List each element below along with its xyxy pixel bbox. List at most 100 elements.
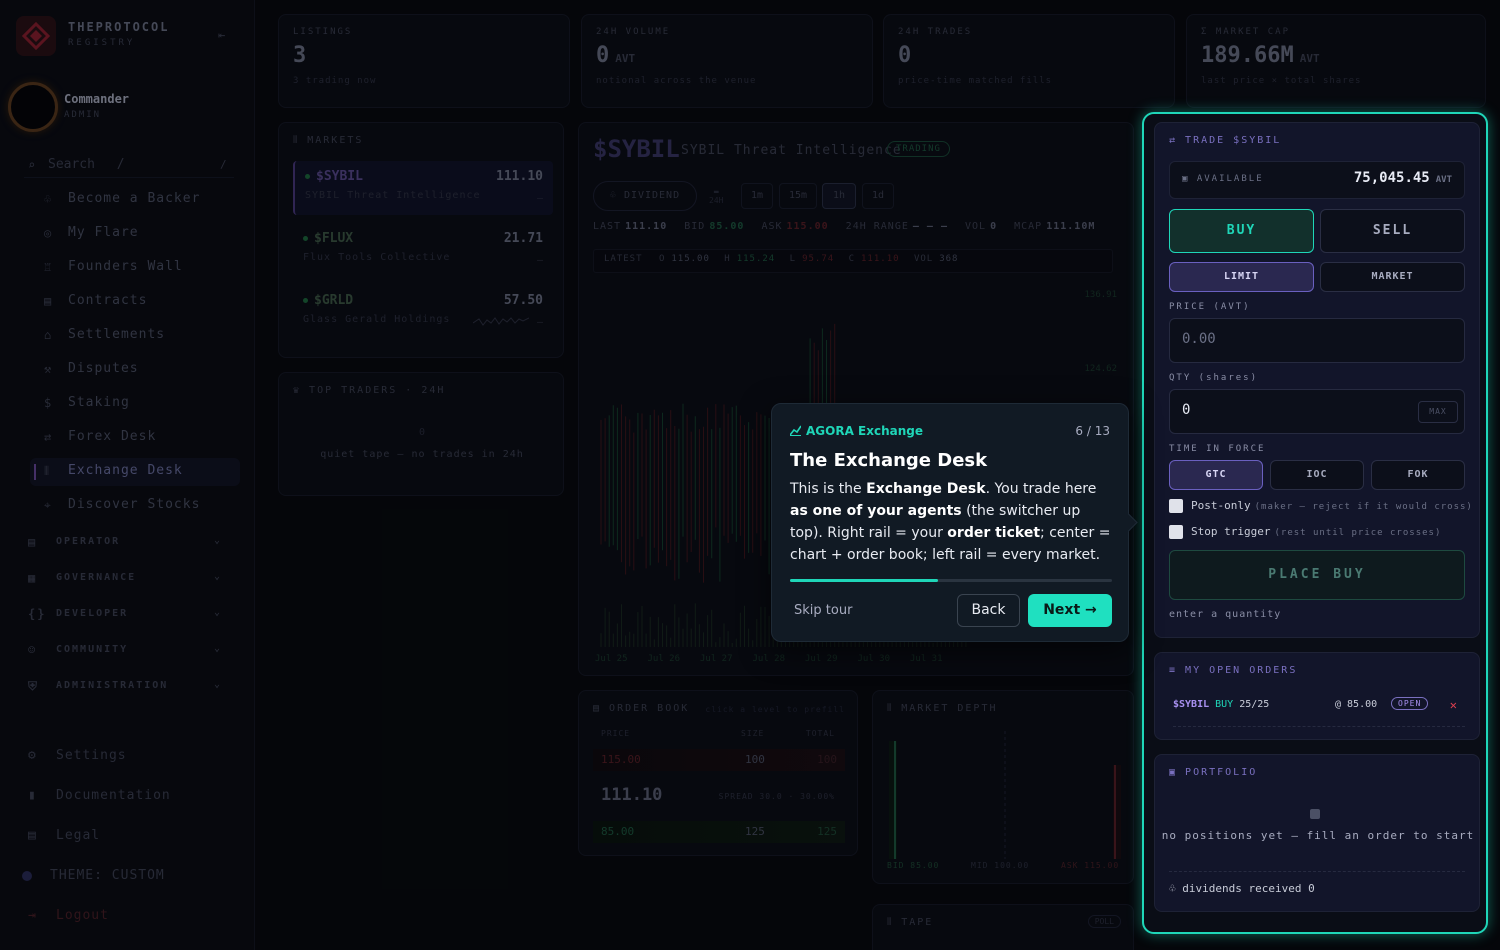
section-community[interactable]: ☺ COMMUNITY ⌄ bbox=[28, 643, 228, 657]
theme-label: THEME: CUSTOM bbox=[50, 868, 165, 883]
tif-fok-button[interactable]: FOK bbox=[1371, 460, 1465, 490]
legal-link[interactable]: ▤ Legal bbox=[28, 828, 100, 843]
low-value: 95.74 bbox=[802, 254, 835, 264]
logo[interactable] bbox=[16, 16, 56, 56]
user-card[interactable]: Commander ADMIN bbox=[8, 82, 248, 132]
price-input[interactable]: 0.00 bbox=[1169, 318, 1465, 363]
sidebar-item-become-a-backer[interactable]: ♧ Become a Backer bbox=[30, 186, 240, 220]
qty-input[interactable]: 0 MAX bbox=[1169, 389, 1465, 434]
timeframe-24h-label: 24H bbox=[709, 196, 724, 205]
stat-label: Σ MARKET CAP bbox=[1201, 27, 1291, 37]
range-value: — — — bbox=[912, 221, 948, 232]
timeframe-1h[interactable]: 1h bbox=[822, 183, 856, 209]
sidebar-item-forex-desk[interactable]: ⇄ Forex Desk bbox=[30, 424, 240, 458]
stat-value: 0 AVT bbox=[596, 43, 858, 68]
search-input[interactable]: ⌕ Search / / bbox=[24, 152, 234, 178]
quote-line: LAST 111.10 BID 85.00 ASK 115.00 24H RANGE —… bbox=[593, 221, 1105, 232]
tour-brand: AGORA Exchange bbox=[790, 424, 923, 438]
ask-label: ASK bbox=[761, 221, 783, 232]
available-label: ▣ AVAILABLE bbox=[1182, 174, 1264, 184]
sidebar-item-label: Forex Desk bbox=[68, 429, 157, 444]
market-change: — bbox=[536, 317, 543, 328]
section-label: DEVELOPER bbox=[56, 608, 129, 619]
skip-tour-button[interactable]: Skip tour bbox=[794, 603, 852, 618]
documentation-link[interactable]: ▮ Documentation bbox=[28, 788, 171, 803]
section-developer[interactable]: {} DEVELOPER ⌄ bbox=[28, 607, 228, 621]
server-icon: ▤ bbox=[28, 535, 38, 549]
theme-switcher[interactable]: THEME: CUSTOM bbox=[22, 868, 165, 883]
market-button[interactable]: MARKET bbox=[1320, 262, 1465, 292]
back-button[interactable]: Back bbox=[957, 594, 1020, 627]
last-value: 111.10 bbox=[625, 221, 668, 232]
market-item-grld[interactable]: $GRLD 57.50 Glass Gerald Holdings — bbox=[293, 285, 553, 339]
sidebar-item-contracts[interactable]: ▤ Contracts bbox=[30, 288, 240, 322]
code-icon: {} bbox=[28, 607, 47, 621]
sidebar-item-staking[interactable]: $ Staking bbox=[30, 390, 240, 424]
market-name: Flux Tools Collective bbox=[303, 252, 451, 263]
timeframe-1m[interactable]: 1m bbox=[741, 183, 773, 209]
legal-icon: ▤ bbox=[28, 828, 37, 843]
stop-trigger-checkbox[interactable]: Stop trigger (rest until price crosses) bbox=[1169, 525, 1441, 539]
flare-icon: ◎ bbox=[44, 226, 53, 240]
stat-sub: price-time matched fills bbox=[898, 76, 1053, 86]
ask-size: 100 bbox=[745, 753, 765, 766]
limit-button[interactable]: LIMIT bbox=[1169, 262, 1314, 292]
sidebar-item-exchange-desk[interactable]: ⫴ Exchange Desk bbox=[30, 458, 240, 486]
bid-value: 85.00 bbox=[709, 221, 745, 232]
market-depth-title-text: MARKET DEPTH bbox=[901, 703, 998, 714]
market-item-sybil[interactable]: $SYBIL 111.10 SYBIL Threat Intelligence … bbox=[293, 161, 553, 215]
sparkline bbox=[473, 317, 529, 326]
next-button[interactable]: Next → bbox=[1028, 594, 1112, 627]
timeframe-1d[interactable]: 1d bbox=[862, 183, 894, 209]
market-ticker-text: $FLUX bbox=[314, 231, 354, 246]
sidebar-item-my-flare[interactable]: ◎ My Flare bbox=[30, 220, 240, 254]
sidebar-item-founders-wall[interactable]: ♖ Founders Wall bbox=[30, 254, 240, 288]
tif-ioc-button[interactable]: IOC bbox=[1270, 460, 1364, 490]
brand-subtitle: REGISTRY bbox=[68, 38, 136, 48]
max-button[interactable]: MAX bbox=[1418, 401, 1458, 423]
gear-icon: ⚙ bbox=[28, 748, 37, 763]
settings-link[interactable]: ⚙ Settings bbox=[28, 748, 127, 763]
bid-row[interactable]: 85.00 125 125 bbox=[593, 821, 845, 843]
stop-trigger-hint: (rest until price crosses) bbox=[1274, 528, 1442, 538]
place-order-button[interactable]: PLACE BUY bbox=[1169, 550, 1465, 600]
sidebar-item-settlements[interactable]: ⌂ Settlements bbox=[30, 322, 240, 356]
chevron-down-icon: ⌄ bbox=[213, 679, 222, 690]
tif-gtc-button[interactable]: GTC bbox=[1169, 460, 1263, 490]
x-tick-label: Jul 28 bbox=[753, 654, 786, 664]
dividends-text: dividends received 0 bbox=[1182, 882, 1315, 895]
governance-icon: ▦ bbox=[28, 571, 38, 585]
latest-bar: LATEST O 115.00 H 115.24 L 95.74 C 111.10 VO… bbox=[593, 249, 1113, 273]
post-only-checkbox[interactable]: Post-only (maker — reject if it would cro… bbox=[1169, 499, 1473, 513]
sidebar-item-disputes[interactable]: ⚒ Disputes bbox=[30, 356, 240, 390]
sell-button[interactable]: SELL bbox=[1320, 209, 1465, 253]
cancel-order-icon[interactable]: ✕ bbox=[1450, 698, 1457, 712]
header-total: TOTAL bbox=[805, 729, 835, 738]
market-item-flux[interactable]: $FLUX 21.71 Flux Tools Collective — bbox=[293, 223, 553, 277]
x-tick-label: Jul 26 bbox=[648, 654, 681, 664]
timeframe-24h[interactable]: ▬ 24H bbox=[709, 187, 723, 205]
stat-label: LISTINGS bbox=[293, 27, 353, 37]
sidebar-item-label: My Flare bbox=[68, 225, 139, 240]
buy-button[interactable]: BUY bbox=[1169, 209, 1314, 253]
place-order-hint: enter a quantity bbox=[1169, 609, 1282, 620]
vol-value: 0 bbox=[990, 221, 998, 232]
stat-number: 189.66M bbox=[1201, 43, 1294, 68]
ask-row[interactable]: 115.00 100 100 bbox=[593, 749, 845, 771]
section-administration[interactable]: ⛨ ADMINISTRATION ⌄ bbox=[28, 679, 228, 693]
chevron-down-icon: ⌄ bbox=[213, 535, 222, 546]
chart-icon: ⫴ bbox=[293, 135, 308, 146]
tour-progress-bar bbox=[790, 579, 1112, 582]
timeframe-15m[interactable]: 15m bbox=[779, 183, 817, 209]
logout-link[interactable]: ⇥ Logout bbox=[28, 908, 109, 923]
chart-line-icon bbox=[790, 425, 801, 436]
dividend-button[interactable]: ♧ DIVIDEND bbox=[593, 181, 697, 211]
list-icon: ≡ bbox=[1169, 665, 1186, 676]
sidebar-item-discover-stocks[interactable]: ⌖ Discover Stocks bbox=[30, 492, 240, 526]
post-only-label: Post-only bbox=[1191, 499, 1251, 512]
header-price: PRICE bbox=[601, 729, 631, 738]
section-operator[interactable]: ▤ OPERATOR ⌄ bbox=[28, 535, 228, 549]
collapse-sidebar-icon[interactable]: ⇤ bbox=[218, 28, 232, 42]
markets-panel: ⫴ MARKETS $SYBIL 111.10 SYBIL Threat Int… bbox=[278, 122, 564, 358]
section-governance[interactable]: ▦ GOVERNANCE ⌄ bbox=[28, 571, 228, 585]
